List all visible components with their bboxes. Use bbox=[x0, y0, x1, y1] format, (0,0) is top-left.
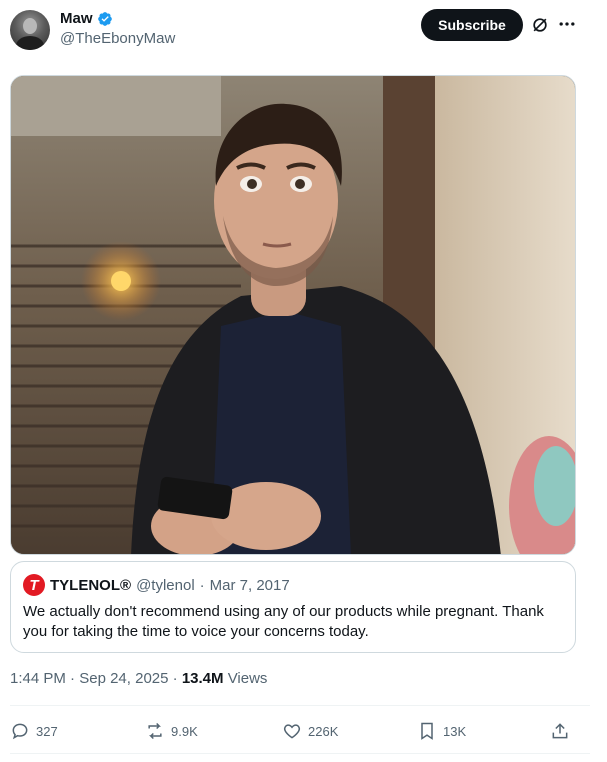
tweet-time[interactable]: 1:44 PM bbox=[10, 670, 66, 687]
tylenol-logo-avatar[interactable]: T bbox=[23, 574, 45, 596]
quoted-tweet[interactable]: T TYLENOL® @tylenol · Mar 7, 2017 We act… bbox=[10, 561, 576, 653]
like-count: 226K bbox=[308, 723, 339, 739]
views-count: 13.4M bbox=[181, 670, 224, 687]
share-icon bbox=[552, 723, 568, 739]
bookmark-button[interactable]: 13K bbox=[417, 716, 466, 746]
quoted-tweet-header: T TYLENOL® @tylenol · Mar 7, 2017 bbox=[23, 574, 290, 596]
views-label: Views bbox=[227, 670, 268, 687]
action-bar: 327 9.9K 226K 13K bbox=[10, 716, 576, 746]
share-button[interactable] bbox=[550, 716, 570, 746]
reply-button[interactable]: 327 bbox=[10, 716, 58, 746]
quoted-date[interactable]: Mar 7, 2017 bbox=[210, 577, 290, 594]
author-handle[interactable]: @TheEbonyMaw bbox=[60, 30, 175, 47]
avatar[interactable] bbox=[10, 10, 50, 50]
repost-icon bbox=[148, 722, 162, 740]
tweet-header: Maw @TheEbonyMaw Subscribe bbox=[10, 8, 597, 54]
author-info: Maw @TheEbonyMaw bbox=[60, 10, 175, 47]
reply-icon bbox=[12, 723, 28, 740]
bookmark-icon bbox=[421, 722, 433, 740]
quoted-separator: · bbox=[199, 576, 205, 594]
tweet: Maw @TheEbonyMaw Subscribe T TYLENOL® @t… bbox=[0, 0, 607, 762]
grok-icon[interactable] bbox=[530, 15, 550, 35]
verified-badge-icon bbox=[97, 11, 112, 26]
like-button[interactable]: 226K bbox=[282, 716, 338, 746]
author-display-name[interactable]: Maw bbox=[60, 10, 93, 27]
tweet-date[interactable]: Sep 24, 2025 bbox=[79, 670, 168, 687]
heart-icon bbox=[283, 724, 301, 739]
repost-button[interactable]: 9.9K bbox=[145, 716, 198, 746]
divider-bottom bbox=[10, 753, 590, 754]
photo-illustration bbox=[11, 76, 575, 554]
reply-count: 327 bbox=[36, 723, 58, 739]
meta-separator: · bbox=[70, 670, 76, 687]
bookmark-count: 13K bbox=[443, 723, 467, 739]
tweet-photo[interactable] bbox=[10, 75, 576, 555]
divider-top bbox=[10, 705, 590, 706]
quoted-author-name[interactable]: TYLENOL® bbox=[50, 577, 131, 594]
quoted-tweet-text: We actually don't recommend using any of… bbox=[23, 603, 544, 640]
subscribe-button[interactable]: Subscribe bbox=[421, 9, 523, 41]
repost-count: 9.9K bbox=[171, 723, 198, 739]
more-options-icon[interactable] bbox=[557, 14, 577, 34]
tweet-meta: 1:44 PM · Sep 24, 2025 · 13.4M Views bbox=[10, 670, 267, 687]
meta-separator-2: · bbox=[172, 670, 178, 687]
quoted-author-handle[interactable]: @tylenol bbox=[136, 577, 195, 594]
